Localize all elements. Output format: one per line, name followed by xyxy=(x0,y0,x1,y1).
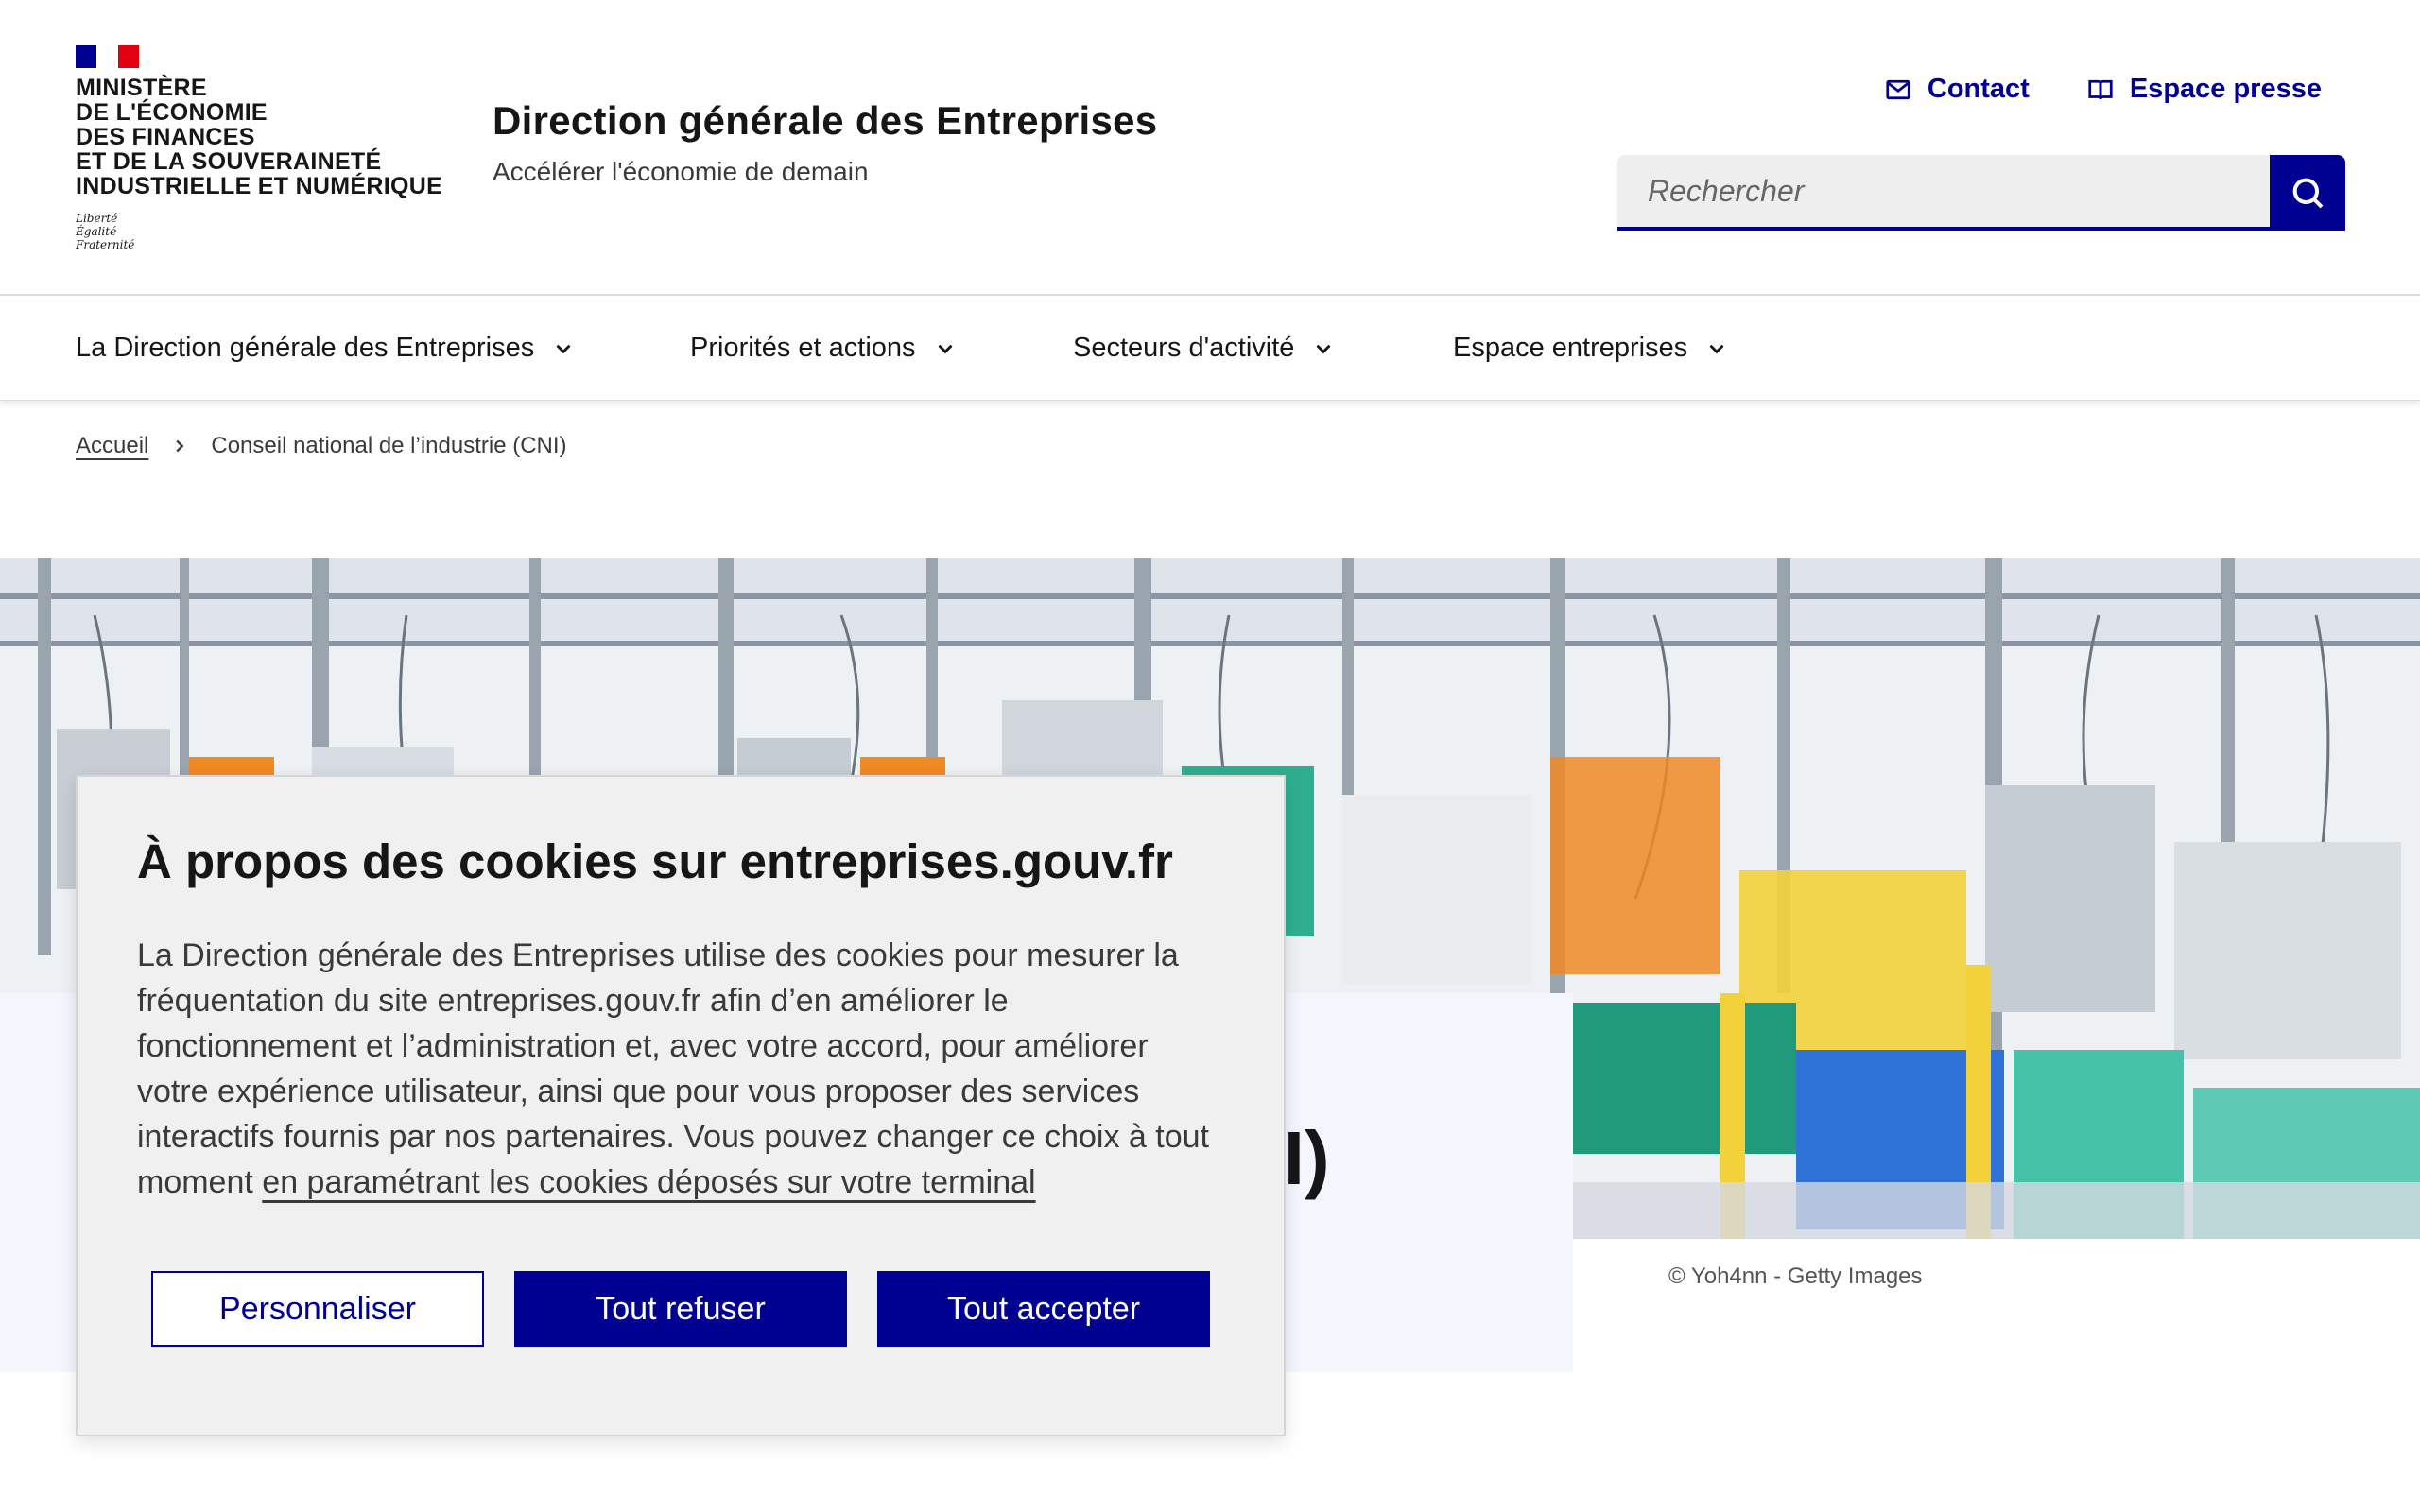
search-bar xyxy=(1617,155,2345,231)
breadcrumb-home-link[interactable]: Accueil xyxy=(76,433,148,459)
search-button[interactable] xyxy=(2270,155,2345,231)
nav-item-label: Priorités et actions xyxy=(690,333,916,363)
refuse-all-cookies-button[interactable]: Tout refuser xyxy=(514,1271,847,1347)
nav-item-secteurs[interactable]: Secteurs d'activité xyxy=(1073,296,1336,401)
motto-line: Liberté xyxy=(76,212,118,225)
nav-item-espace-entreprises[interactable]: Espace entreprises xyxy=(1453,296,1729,401)
ministry-logo[interactable]: Ministère de l'économie des finances et … xyxy=(76,45,454,251)
search-icon xyxy=(2292,178,2324,209)
cookie-modal-body: La Direction générale des Entreprises ut… xyxy=(137,937,1209,1200)
nav-item-priorites[interactable]: Priorités et actions xyxy=(690,296,958,401)
press-link[interactable]: Espace presse xyxy=(2086,74,2322,105)
ministry-name-line: de l'économie xyxy=(76,99,268,126)
chevron-down-icon xyxy=(556,344,571,353)
accept-all-cookies-button[interactable]: Tout accepter xyxy=(877,1271,1210,1347)
main-navigation: La Direction générale des Entreprises Pr… xyxy=(0,296,2420,401)
ministry-name-line: et de la souveraineté xyxy=(76,148,382,175)
contact-link-label: Contact xyxy=(1927,74,2030,104)
chevron-down-icon xyxy=(938,344,953,353)
service-branding[interactable]: Direction générale des Entreprises Accél… xyxy=(493,98,1157,187)
breadcrumb: Accueil Conseil national de l’industrie … xyxy=(76,433,567,459)
breadcrumb-current: Conseil national de l’industrie (CNI) xyxy=(211,433,567,458)
contact-link[interactable]: Contact xyxy=(1884,74,2030,105)
press-link-label: Espace presse xyxy=(2129,74,2322,104)
motto-line: Égalité xyxy=(76,225,117,238)
cookie-modal-description: La Direction générale des Entreprises ut… xyxy=(137,933,1215,1205)
site-header: Ministère de l'économie des finances et … xyxy=(0,0,2420,296)
ministry-name-line: des finances xyxy=(76,124,255,150)
service-tagline: Accélérer l'économie de demain xyxy=(493,157,869,186)
marianne-flag-icon xyxy=(76,45,139,68)
service-title[interactable]: Direction générale des Entreprises xyxy=(493,98,1157,144)
cookie-settings-link[interactable]: en paramétrant les cookies déposés sur v… xyxy=(262,1164,1035,1200)
cookie-modal-title: À propos des cookies sur entreprises.gou… xyxy=(137,834,1173,888)
motto-line: Fraternité xyxy=(76,238,135,251)
nav-item-dge[interactable]: La Direction générale des Entreprises xyxy=(76,296,576,401)
chevron-down-icon xyxy=(1316,344,1331,353)
ministry-name-line: industrielle et numérique xyxy=(76,173,443,199)
ministry-name: Ministère de l'économie des finances et … xyxy=(76,76,454,198)
chevron-right-icon xyxy=(176,439,184,453)
book-icon xyxy=(2088,79,2113,99)
search-input[interactable] xyxy=(1617,155,2270,231)
nav-item-label: Espace entreprises xyxy=(1453,333,1688,363)
ministry-name-line: Ministère xyxy=(76,75,207,101)
photo-credit: © Yoh4nn - Getty Images xyxy=(1668,1263,1923,1289)
chevron-down-icon xyxy=(1709,344,1724,353)
republic-motto: Liberté Égalité Fraternité xyxy=(76,212,454,251)
customize-cookies-button[interactable]: Personnaliser xyxy=(151,1271,484,1347)
nav-item-label: Secteurs d'activité xyxy=(1073,333,1295,363)
cookie-actions: Personnaliser Tout refuser Tout accepter xyxy=(151,1271,1210,1347)
header-tools: Contact Espace presse xyxy=(1884,74,2322,105)
mail-icon xyxy=(1886,79,1910,99)
nav-item-label: La Direction générale des Entreprises xyxy=(76,333,535,363)
cookie-consent-modal: À propos des cookies sur entreprises.gou… xyxy=(76,775,1286,1436)
